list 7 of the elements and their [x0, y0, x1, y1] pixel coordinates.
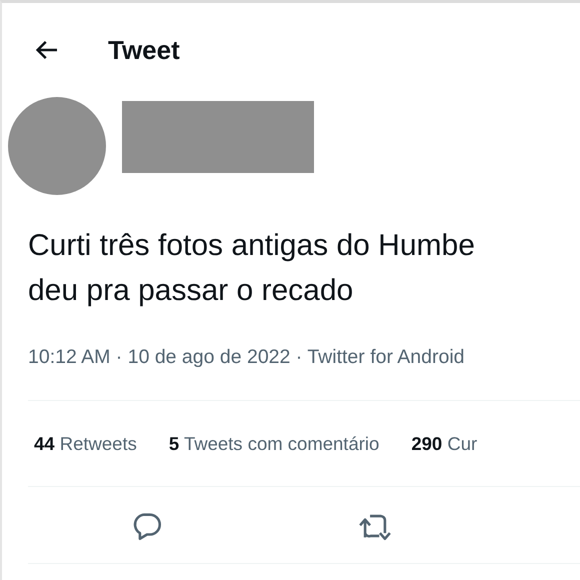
tweet-text-line: deu pra passar o recado	[28, 273, 354, 309]
stat-link[interactable]: 44 Retweets	[34, 430, 137, 458]
page-title: Tweet	[108, 34, 180, 66]
tweet-timestamp: 10:12 AM · 10 de ago de 2022 · Twitter for Android	[28, 345, 466, 370]
stat-link[interactable]: 5 Tweets com comentário	[168, 430, 380, 458]
tweet-text-line: Curti três fotos antigas do Humbe	[28, 228, 476, 264]
stat-link[interactable]: 290 Cur	[411, 430, 478, 458]
